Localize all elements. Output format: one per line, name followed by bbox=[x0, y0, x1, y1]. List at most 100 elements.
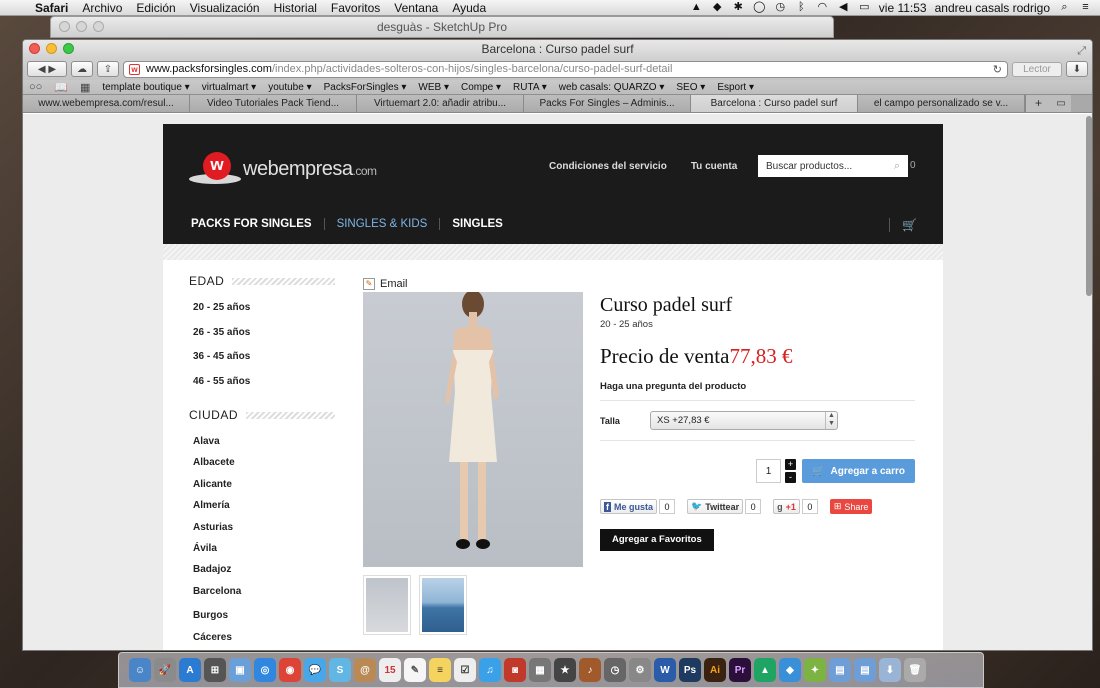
back-forward-buttons[interactable]: ◀ ▶ bbox=[27, 61, 67, 77]
sidebar-item-age[interactable]: 26 - 35 años bbox=[189, 327, 335, 352]
chrome-icon[interactable]: ◉ bbox=[279, 658, 301, 682]
fullscreen-icon[interactable]: ⤢ bbox=[1077, 42, 1086, 60]
facebook-like-button[interactable]: f Me gusta bbox=[600, 499, 658, 514]
nav-singles-kids[interactable]: SINGLES & KIDS bbox=[337, 218, 441, 230]
bookmark-item[interactable]: web casals: QUARZO ▾ bbox=[559, 82, 665, 93]
notifications-icon[interactable]: ≡ bbox=[1079, 2, 1092, 13]
thumbnail-dress[interactable] bbox=[363, 575, 411, 635]
bookmark-item[interactable]: youtube ▾ bbox=[268, 82, 311, 93]
bookmark-item[interactable]: virtualmart ▾ bbox=[202, 82, 256, 93]
sidebar-item-city[interactable]: Alava bbox=[189, 436, 335, 457]
wifi-icon[interactable]: ◠ bbox=[816, 2, 829, 13]
bookmarks-book-icon[interactable]: 📖 bbox=[54, 81, 68, 94]
google-drive-icon[interactable]: ▲ bbox=[754, 658, 776, 682]
bookmark-item[interactable]: SEO ▾ bbox=[676, 82, 705, 93]
app-store-icon[interactable]: A bbox=[179, 658, 201, 682]
itunes-icon[interactable]: ♫ bbox=[479, 658, 501, 682]
photos-icon[interactable]: ▦ bbox=[529, 658, 551, 682]
photoshop-icon[interactable]: Ps bbox=[679, 658, 701, 682]
messages-icon[interactable]: 💬 bbox=[304, 658, 326, 682]
email-link[interactable]: ✎ Email bbox=[363, 276, 583, 292]
garageband-icon[interactable]: ♪ bbox=[579, 658, 601, 682]
applications-folder-icon[interactable]: ▤ bbox=[829, 658, 851, 682]
word-icon[interactable]: W bbox=[654, 658, 676, 682]
mission-control-icon[interactable]: ⊞ bbox=[204, 658, 226, 682]
new-tab-button[interactable]: + bbox=[1025, 95, 1051, 112]
clock[interactable]: vie 11:53 bbox=[879, 1, 927, 15]
browser-tab[interactable]: Virtuemart 2.0: añadir atribu... bbox=[357, 95, 524, 112]
share-page-button[interactable]: ⇪ bbox=[97, 61, 119, 77]
browser-tab-active[interactable]: Barcelona : Curso padel surf bbox=[691, 95, 858, 112]
system-preferences-icon[interactable]: ⚙ bbox=[629, 658, 651, 682]
spotlight-icon[interactable]: ⌕ bbox=[1058, 2, 1071, 13]
photo-booth-icon[interactable]: ◙ bbox=[504, 658, 526, 682]
time-machine-dock-icon[interactable]: ◷ bbox=[604, 658, 626, 682]
add-to-cart-button[interactable]: 🛒 Agregar a carro bbox=[802, 459, 915, 483]
premiere-icon[interactable]: Pr bbox=[729, 658, 751, 682]
search-input[interactable]: Buscar productos... ⌕ bbox=[758, 155, 908, 177]
battery-icon[interactable]: ▭ bbox=[858, 2, 871, 13]
utility-icon[interactable]: ✦ bbox=[804, 658, 826, 682]
sidebar-item-city[interactable]: Burgos bbox=[189, 610, 335, 631]
reminders-icon[interactable]: ☑ bbox=[454, 658, 476, 682]
downloads-button[interactable]: ⬇ bbox=[1066, 61, 1088, 77]
address-bar[interactable]: w www.packsforsingles.com/index.php/acti… bbox=[123, 60, 1008, 78]
sidebar-item-city[interactable]: Albacete bbox=[189, 457, 335, 478]
menu-app[interactable]: Safari bbox=[28, 1, 75, 15]
minimize-window-button[interactable] bbox=[46, 43, 57, 54]
reading-list-icon[interactable]: ○○ bbox=[29, 81, 42, 93]
sidebar-item-city[interactable]: Badajoz bbox=[189, 564, 335, 585]
menu-historial[interactable]: Historial bbox=[267, 1, 324, 15]
page-scrollbar[interactable] bbox=[1086, 116, 1092, 296]
bookmark-item[interactable]: RUTA ▾ bbox=[513, 82, 547, 93]
search-icon[interactable]: ⌕ bbox=[894, 160, 900, 173]
trash-icon[interactable]: 🗑 bbox=[904, 658, 926, 682]
bookmark-item[interactable]: template boutique ▾ bbox=[102, 82, 189, 93]
share-button[interactable]: ⊞ Share bbox=[829, 499, 873, 514]
drive-icon[interactable]: ▲ bbox=[690, 2, 703, 13]
size-select[interactable]: XS +27,83 € ▲ ▼ bbox=[650, 411, 838, 430]
site-logo[interactable]: w webempresa.com bbox=[189, 152, 377, 186]
sidebar-item-city[interactable]: Alicante bbox=[189, 479, 335, 500]
menu-favoritos[interactable]: Favoritos bbox=[324, 1, 387, 15]
skype-icon[interactable]: S bbox=[329, 658, 351, 682]
sketchup-window[interactable]: desguàs - SketchUp Pro bbox=[50, 16, 834, 38]
browser-tab[interactable]: Packs For Singles – Adminis... bbox=[524, 95, 691, 112]
quantity-decrease-button[interactable]: - bbox=[785, 472, 796, 483]
window-titlebar[interactable]: Barcelona : Curso padel surf ⤢ bbox=[23, 40, 1092, 58]
sidebar-item-age[interactable]: 20 - 25 años bbox=[189, 302, 335, 327]
menu-visualizacion[interactable]: Visualización bbox=[183, 1, 267, 15]
documents-folder-icon[interactable]: ▤ bbox=[854, 658, 876, 682]
sidebar-item-city[interactable]: Barcelona bbox=[189, 586, 335, 607]
bookmark-item[interactable]: Compe ▾ bbox=[461, 82, 501, 93]
preview-icon[interactable]: ▣ bbox=[229, 658, 251, 682]
browser-tab[interactable]: el campo personalizado se v... bbox=[858, 95, 1025, 112]
thumbnail-padel-surf[interactable] bbox=[419, 575, 467, 635]
product-image[interactable] bbox=[363, 292, 583, 567]
sidebar-item-age[interactable]: 46 - 55 años bbox=[189, 376, 335, 401]
volume-icon[interactable]: ◀ bbox=[837, 2, 850, 13]
terms-link[interactable]: Condiciones del servicio bbox=[549, 161, 667, 172]
ask-question-link[interactable]: Haga una pregunta del producto bbox=[600, 381, 915, 401]
menu-ventana[interactable]: Ventana bbox=[387, 1, 445, 15]
textedit-icon[interactable]: ✎ bbox=[404, 658, 426, 682]
menu-ayuda[interactable]: Ayuda bbox=[445, 1, 493, 15]
sidebar-item-age[interactable]: 36 - 45 años bbox=[189, 351, 335, 376]
browser-tab[interactable]: Video Tutoriales Pack Tiend... bbox=[190, 95, 357, 112]
sidebar-item-city[interactable]: Cáceres bbox=[189, 632, 335, 650]
finder-icon[interactable]: ☺ bbox=[129, 658, 151, 682]
bookmark-item[interactable]: Esport ▾ bbox=[717, 82, 754, 93]
calendar-icon[interactable]: 15 bbox=[379, 658, 401, 682]
browser-tab[interactable]: www.webempresa.com/resul... bbox=[23, 95, 190, 112]
settings-icon[interactable]: ✱ bbox=[732, 2, 745, 13]
chat-icon[interactable]: ◯ bbox=[753, 2, 766, 13]
reload-icon[interactable]: ↻ bbox=[993, 63, 1002, 76]
imovie-icon[interactable]: ★ bbox=[554, 658, 576, 682]
sidebar-item-city[interactable]: Ávila bbox=[189, 543, 335, 564]
quantity-input[interactable]: 1 bbox=[756, 459, 781, 483]
contacts-icon[interactable]: @ bbox=[354, 658, 376, 682]
bookmark-item[interactable]: PacksForSingles ▾ bbox=[324, 82, 407, 93]
safari-icon[interactable]: ◎ bbox=[254, 658, 276, 682]
bookmark-item[interactable]: WEB ▾ bbox=[418, 82, 449, 93]
menu-edicion[interactable]: Edición bbox=[129, 1, 182, 15]
